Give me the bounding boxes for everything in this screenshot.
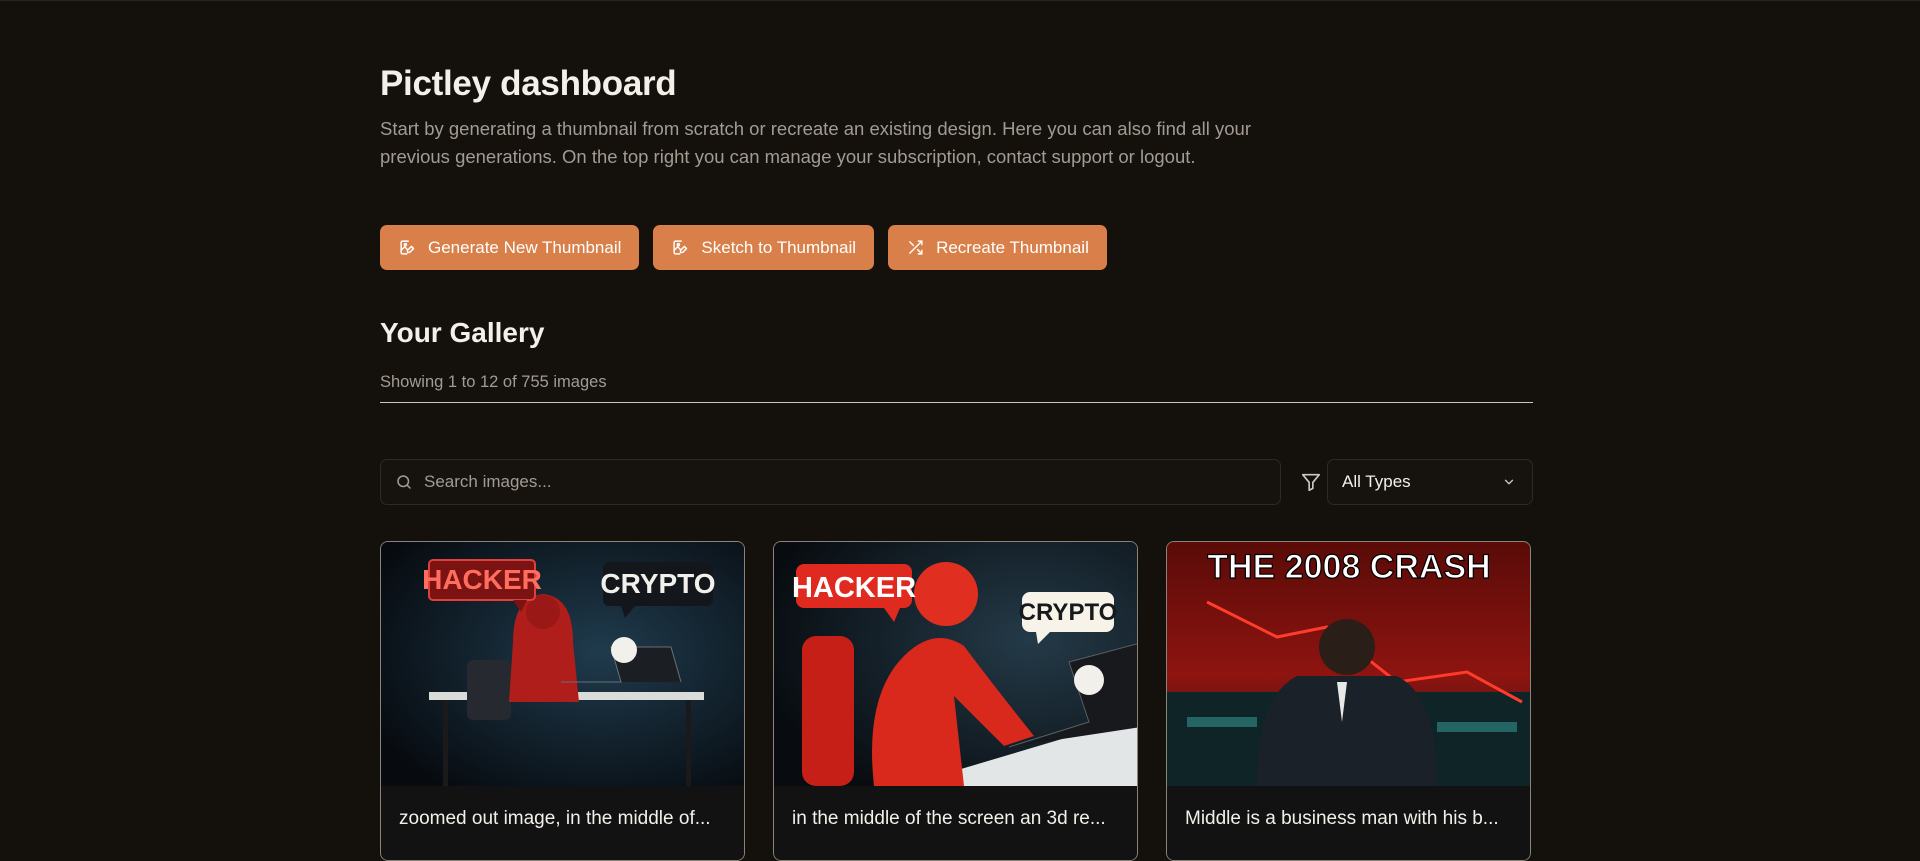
- gallery-count: Showing 1 to 12 of 755 images: [380, 373, 607, 391]
- gallery-card[interactable]: HACKER CRYPTO zoomed out image, in the m…: [380, 541, 745, 861]
- thumbnail-image: THE 2008 CRASH: [1167, 542, 1530, 786]
- gallery-title: Your Gallery: [380, 317, 545, 348]
- image-edit-icon: [673, 240, 688, 255]
- action-buttons: Generate New Thumbnail Sketch to Thumbna…: [380, 225, 1107, 270]
- recreate-thumbnail-label: Recreate Thumbnail: [936, 237, 1089, 257]
- gallery-grid: HACKER CRYPTO zoomed out image, in the m…: [380, 541, 1531, 861]
- card-caption: Middle is a business man with his b...: [1167, 786, 1530, 860]
- shuffle-icon: [909, 240, 923, 255]
- generate-new-thumbnail-button[interactable]: Generate New Thumbnail: [380, 225, 640, 270]
- thumbnail-label-left: HACKER: [792, 572, 916, 604]
- thumbnail-label-left: HACKER: [422, 564, 542, 595]
- card-caption: zoomed out image, in the middle of...: [381, 786, 744, 860]
- card-caption: in the middle of the screen an 3d re...: [774, 786, 1137, 860]
- sketch-to-thumbnail-button[interactable]: Sketch to Thumbnail: [653, 225, 875, 270]
- type-filter-select[interactable]: All Types: [1327, 459, 1533, 505]
- search-icon: [397, 475, 411, 489]
- search-box[interactable]: [380, 459, 1281, 505]
- gallery-card[interactable]: THE 2008 CRASH Middle is a business man …: [1166, 541, 1531, 861]
- image-edit-icon: [400, 240, 415, 255]
- gallery-card[interactable]: HACKER CRYPTO in the middle of the scree…: [773, 541, 1138, 861]
- chevron-down-icon: [1504, 479, 1514, 485]
- sketch-to-thumbnail-label: Sketch to Thumbnail: [701, 237, 857, 257]
- recreate-thumbnail-button[interactable]: Recreate Thumbnail: [888, 225, 1107, 270]
- filter-icon[interactable]: [1300, 471, 1322, 493]
- generate-new-thumbnail-label: Generate New Thumbnail: [428, 237, 622, 257]
- search-input[interactable]: [424, 472, 1264, 492]
- page-description: Start by generating a thumbnail from scr…: [380, 118, 1251, 167]
- gallery-divider: [380, 402, 1533, 403]
- top-border: [0, 0, 1920, 1]
- thumbnail-label-right: CRYPTO: [600, 568, 715, 599]
- thumbnail-label-right: CRYPTO: [1019, 599, 1118, 626]
- thumbnail-headline: THE 2008 CRASH: [1207, 548, 1490, 586]
- thumbnail-image: HACKER CRYPTO: [774, 542, 1137, 786]
- thumbnail-image: HACKER CRYPTO: [381, 542, 744, 786]
- page-title: Pictley dashboard: [380, 64, 677, 103]
- type-filter-value: All Types: [1342, 472, 1411, 491]
